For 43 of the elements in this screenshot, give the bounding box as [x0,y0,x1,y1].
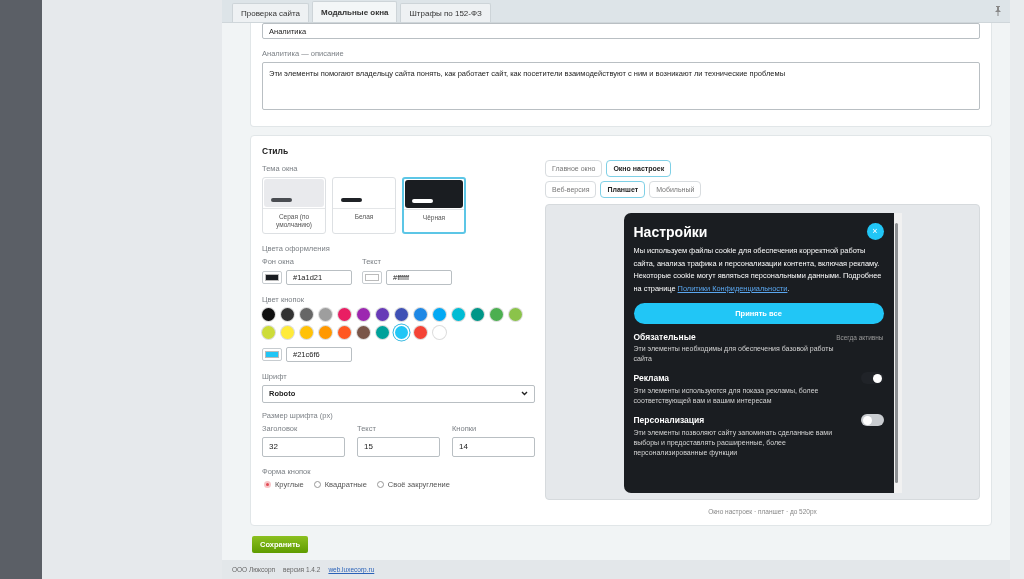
section-title: Стиль [262,146,290,156]
color-swatch[interactable] [262,270,282,284]
pin-icon[interactable] [994,6,1002,16]
category-title: Персонализация [633,415,705,425]
color-dot[interactable] [357,325,370,339]
color-swatch[interactable] [362,270,382,284]
color-swatch[interactable] [262,347,282,361]
color-dot[interactable] [395,307,408,321]
color-dot[interactable] [262,307,275,321]
color-dot[interactable] [300,325,313,339]
scrollbar[interactable] [893,213,902,493]
color-dot[interactable] [414,307,427,321]
color-dot[interactable] [452,307,465,321]
color-dot[interactable] [509,307,522,321]
toggle-switch[interactable] [860,372,884,384]
color-dot[interactable] [319,307,332,321]
category-title: Реклама [633,373,670,383]
color-dot[interactable] [300,307,313,321]
size-field[interactable]: 14 [452,436,535,457]
color-dot[interactable] [338,325,351,339]
color-dot[interactable] [357,307,370,321]
modal-title: Настройки [633,223,708,240]
tab[interactable]: Модальные окна [312,1,398,22]
color-dot[interactable] [281,325,294,339]
color-dot[interactable] [338,307,351,321]
color-dot[interactable] [433,325,446,339]
color-dot[interactable] [395,325,408,339]
size-field[interactable]: 32 [262,436,345,457]
color-dot[interactable] [281,307,294,321]
chevron-down-icon [521,391,528,397]
color-dot[interactable] [376,307,389,321]
tab[interactable]: Проверка сайта [232,3,309,22]
color-dot[interactable] [262,325,275,339]
toggle-switch[interactable] [860,414,884,426]
color-dot[interactable] [471,307,484,321]
color-dot[interactable] [376,325,389,339]
color-dot[interactable] [490,307,503,321]
tab[interactable]: Штрафы по 152-ФЗ [400,3,491,22]
category-title: Обязательные [633,332,696,342]
color-dot[interactable] [433,307,446,321]
color-dot[interactable] [414,325,427,339]
color-dot[interactable] [319,325,332,339]
size-field[interactable]: 15 [357,436,440,457]
